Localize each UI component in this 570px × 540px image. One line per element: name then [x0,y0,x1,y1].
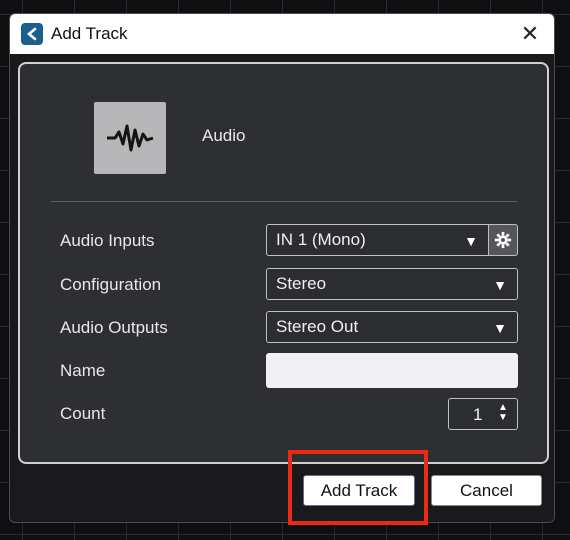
input-settings-button[interactable] [488,224,518,256]
audio-inputs-label: Audio Inputs [60,231,155,250]
audio-outputs-label: Audio Outputs [60,318,168,337]
close-button[interactable]: ✕ [516,20,544,48]
chevron-down-icon: ▼ [493,277,507,293]
name-label: Name [60,361,106,380]
cancel-button[interactable]: Cancel [431,475,542,506]
audio-inputs-value: IN 1 (Mono) [276,230,366,249]
count-value: 1 [473,405,483,424]
chevron-down-icon: ▼ [464,233,478,249]
add-track-dialog: Add Track ✕ Audio Audio Inputs IN 1 (Mon… [9,13,555,523]
configuration-select[interactable]: Stereo ▼ [266,268,518,300]
configuration-label: Configuration [60,275,162,294]
audio-inputs-select[interactable]: IN 1 (Mono) ▼ [266,224,489,256]
name-input[interactable] [266,353,518,388]
spinner-arrows[interactable]: ▲ ▼ [497,403,509,423]
audio-outputs-select[interactable]: Stereo Out ▼ [266,311,518,343]
close-icon: ✕ [520,21,540,46]
divider [51,201,517,202]
track-settings-panel: Audio Audio Inputs IN 1 (Mono) ▼ Configu… [18,62,549,464]
decrement-icon[interactable]: ▼ [498,413,508,423]
gear-icon [494,231,512,249]
audio-outputs-value: Stereo Out [276,317,359,336]
chevron-down-icon: ▼ [493,320,507,336]
configuration-value: Stereo [276,274,327,293]
highlight-box [288,450,428,525]
dialog-title: Add Track [51,24,128,43]
track-type-label: Audio [202,126,246,145]
title-bar: Add Track ✕ [10,14,554,54]
audio-waveform-icon [94,102,166,174]
cubase-logo-icon [21,23,43,45]
count-stepper[interactable]: 1 ▲ ▼ [448,398,518,430]
count-label: Count [60,404,106,423]
